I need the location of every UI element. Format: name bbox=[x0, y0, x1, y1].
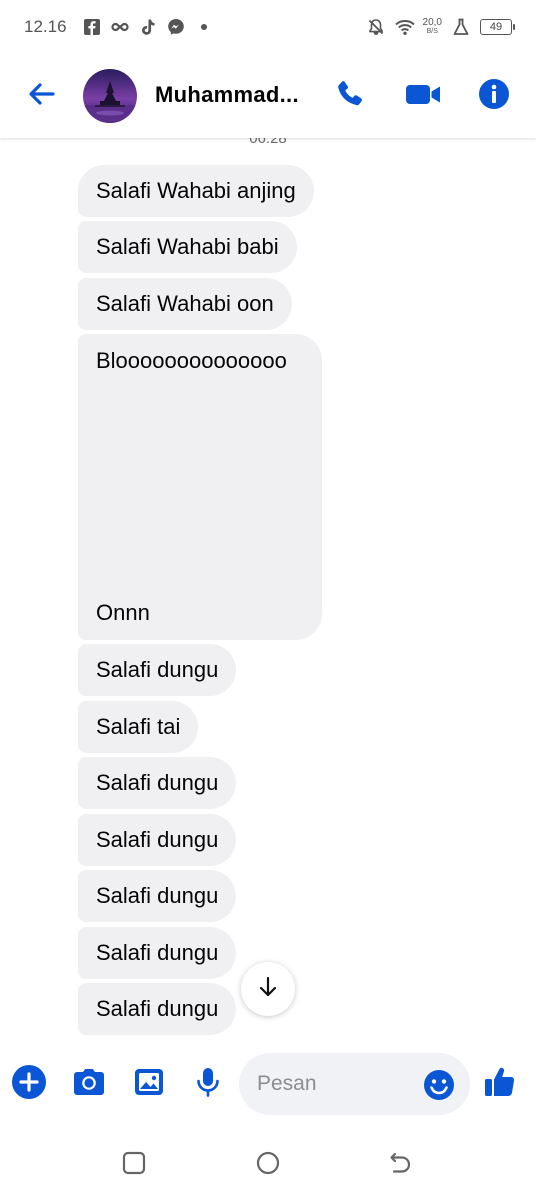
message-bubble[interactable]: Salafi dungu bbox=[78, 870, 237, 922]
camera-icon bbox=[72, 1066, 106, 1103]
message-bubble[interactable]: Bloooooooooooooo Onnn bbox=[78, 334, 322, 640]
circle-icon bbox=[255, 1150, 281, 1181]
message-list[interactable]: 06.28 Salafi Wahabi anjing Salafi Wahabi… bbox=[0, 138, 536, 1040]
back-button[interactable] bbox=[22, 76, 62, 116]
info-icon bbox=[478, 78, 510, 115]
phone-icon bbox=[334, 78, 366, 115]
video-call-button[interactable] bbox=[403, 76, 443, 116]
message-text: Salafi dungu bbox=[96, 996, 219, 1021]
network-speed-unit: B/S bbox=[426, 28, 438, 35]
avatar[interactable] bbox=[83, 69, 137, 123]
video-icon bbox=[404, 78, 442, 115]
message-text: Bloooooooooooooo bbox=[96, 348, 287, 373]
message-text: Salafi dungu bbox=[96, 883, 219, 908]
message-text-continued: Onnn bbox=[96, 600, 150, 625]
message-text: Salafi Wahabi oon bbox=[96, 291, 274, 316]
network-speed: 20,0 B/S bbox=[423, 18, 442, 36]
camera-button[interactable] bbox=[71, 1066, 107, 1102]
message-text: Salafi dungu bbox=[96, 827, 219, 852]
facebook-icon bbox=[83, 18, 101, 36]
infinity-icon bbox=[110, 18, 129, 36]
message-bubble[interactable]: Salafi Wahabi oon bbox=[78, 278, 292, 330]
notification-off-icon bbox=[367, 18, 385, 36]
message-bubble[interactable]: Salafi dungu bbox=[78, 757, 237, 809]
message-bubble[interactable]: Salafi dungu bbox=[78, 927, 237, 979]
battery-icon: 49 bbox=[480, 19, 515, 35]
tiktok-icon bbox=[139, 18, 157, 36]
voice-call-button[interactable] bbox=[330, 76, 370, 116]
wifi-icon bbox=[394, 18, 415, 36]
status-right: 20,0 B/S 49 bbox=[367, 18, 515, 36]
voice-clip-button[interactable] bbox=[190, 1066, 226, 1102]
conversation-header: Muhammad... bbox=[0, 54, 536, 138]
message-text: Salafi Wahabi anjing bbox=[96, 178, 296, 203]
messenger-icon bbox=[167, 18, 185, 36]
more-actions-button[interactable] bbox=[11, 1064, 47, 1105]
recent-apps-button[interactable] bbox=[119, 1150, 149, 1180]
gallery-button[interactable] bbox=[131, 1066, 167, 1102]
info-button[interactable] bbox=[474, 76, 514, 116]
scroll-to-bottom-button[interactable] bbox=[241, 962, 295, 1016]
status-time: 12.16 bbox=[24, 17, 67, 36]
like-button[interactable] bbox=[482, 1066, 518, 1102]
message-text: Salafi tai bbox=[96, 714, 181, 739]
back-nav-button[interactable] bbox=[386, 1150, 416, 1180]
return-icon bbox=[388, 1150, 414, 1181]
message-timestamp: 06.28 bbox=[249, 138, 287, 147]
message-bubble[interactable]: Salafi Wahabi babi bbox=[78, 221, 297, 273]
message-bubble[interactable]: Salafi tai bbox=[78, 701, 199, 753]
message-text: Salafi dungu bbox=[96, 770, 219, 795]
gallery-icon bbox=[133, 1066, 165, 1103]
message-composer bbox=[0, 1040, 536, 1128]
square-icon bbox=[121, 1150, 147, 1181]
status-left: 12.16 bbox=[24, 17, 213, 37]
message-bubble[interactable]: Salafi Wahabi anjing bbox=[78, 165, 314, 217]
plus-icon bbox=[11, 1064, 47, 1105]
message-text: Salafi dungu bbox=[96, 657, 219, 682]
home-button[interactable] bbox=[253, 1150, 283, 1180]
emoji-icon bbox=[423, 1070, 455, 1105]
message-text: Salafi dungu bbox=[96, 940, 219, 965]
back-arrow-icon bbox=[26, 78, 58, 115]
message-text: Salafi Wahabi babi bbox=[96, 234, 279, 259]
thumbs-up-icon bbox=[483, 1065, 517, 1104]
contact-name[interactable]: Muhammad... bbox=[155, 82, 299, 108]
flask-icon bbox=[452, 18, 470, 36]
arrow-down-icon bbox=[256, 975, 280, 1004]
battery-level: 49 bbox=[489, 21, 503, 33]
message-bubble[interactable]: Salafi dungu bbox=[78, 983, 237, 1035]
network-speed-value: 20,0 bbox=[422, 17, 442, 28]
microphone-icon bbox=[192, 1066, 224, 1103]
message-bubble[interactable]: Salafi dungu bbox=[78, 814, 237, 866]
status-bar: 12.16 20,0 B/S 49 bbox=[0, 0, 536, 54]
dot-icon bbox=[195, 18, 213, 36]
emoji-button[interactable] bbox=[423, 1069, 455, 1101]
message-bubble[interactable]: Salafi dungu bbox=[78, 644, 237, 696]
system-navigation-bar bbox=[0, 1128, 536, 1200]
